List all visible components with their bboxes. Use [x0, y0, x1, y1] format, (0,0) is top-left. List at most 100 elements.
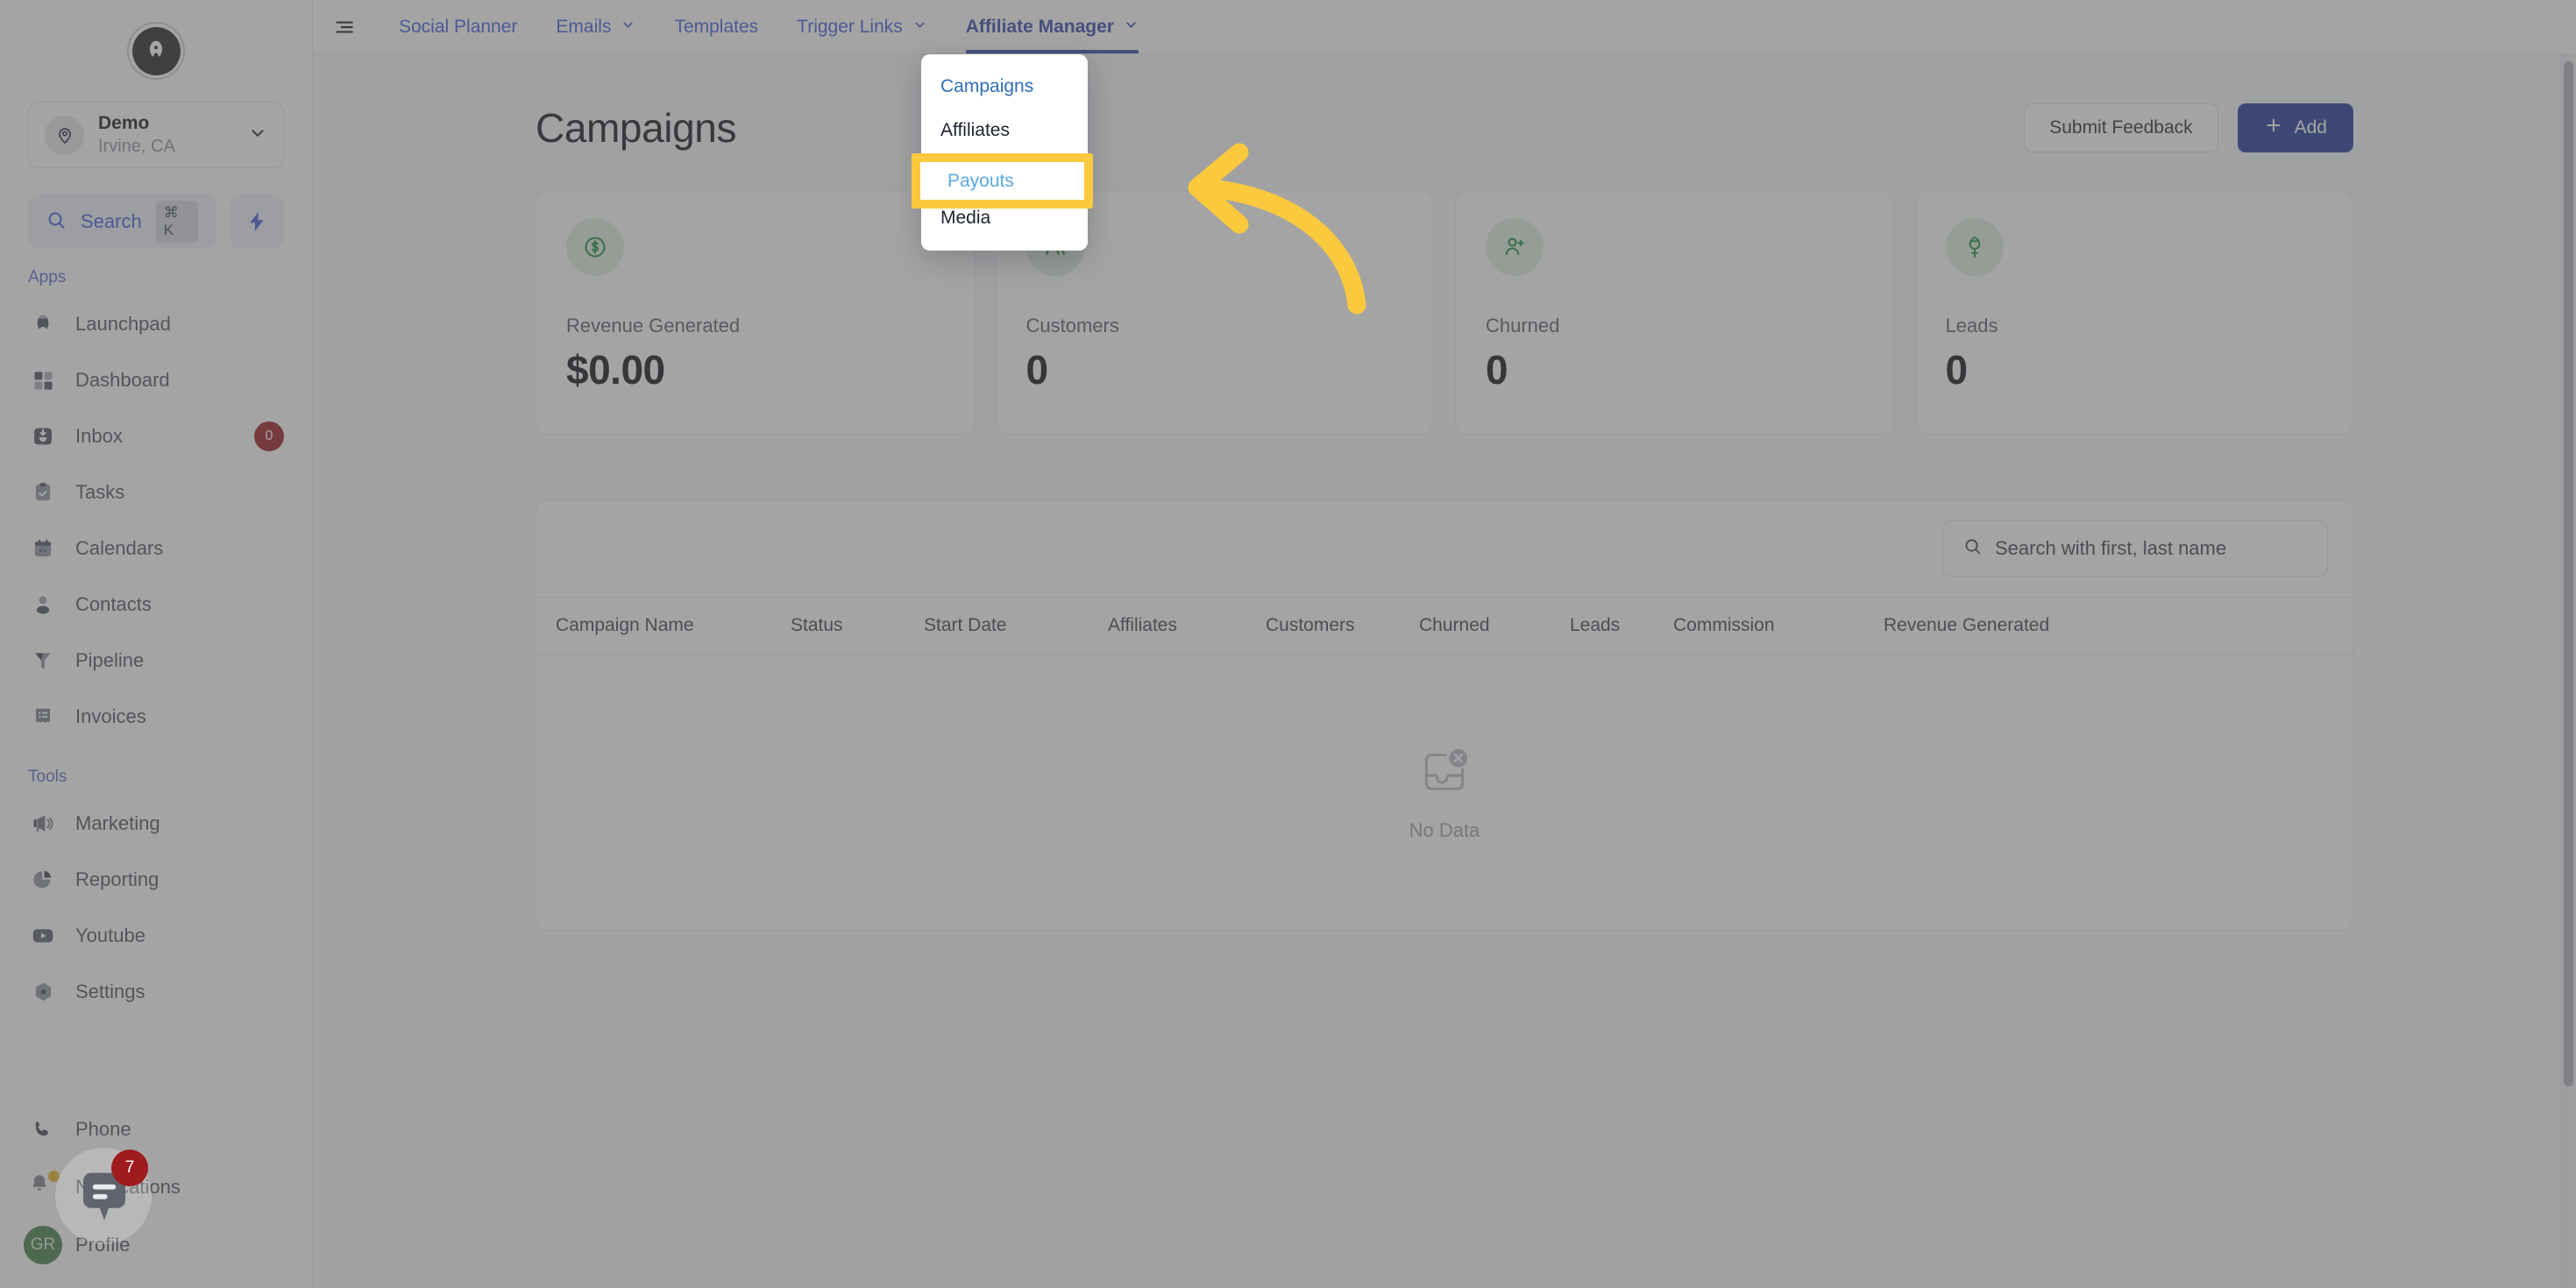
- chat-widget-button[interactable]: 7: [55, 1148, 152, 1244]
- table-header-row: Campaign Name Status Start Date Affiliat…: [536, 597, 2352, 655]
- tab-label: Templates: [674, 16, 759, 37]
- sidebar-item-label: Calendars: [75, 537, 164, 559]
- sidebar-item-launchpad[interactable]: Launchpad: [0, 296, 312, 352]
- tab-emails[interactable]: Emails: [536, 0, 655, 53]
- tab-affiliate-manager[interactable]: Affiliate Manager: [947, 0, 1158, 53]
- sidebar-item-pipeline[interactable]: Pipeline: [0, 633, 312, 689]
- hamburger-icon[interactable]: [332, 0, 380, 53]
- sidebar-item-label: Marketing: [75, 812, 160, 834]
- sidebar-item-settings[interactable]: Settings: [0, 964, 312, 1020]
- sidebar-item-label: Settings: [75, 980, 145, 1002]
- add-button[interactable]: Add: [2237, 103, 2353, 152]
- invoice-icon: [28, 705, 58, 728]
- rocket-icon: [28, 312, 58, 336]
- inbox-unread-badge: 0: [254, 421, 284, 451]
- gear-icon: [28, 980, 58, 1004]
- vertical-scrollbar[interactable]: [2560, 54, 2576, 1288]
- scrollbar-thumb[interactable]: [2564, 61, 2573, 1086]
- col-commission: Commission: [1673, 615, 1775, 635]
- campaigns-table-panel: Search with first, last name Campaign Na…: [536, 499, 2353, 931]
- main-area: Social Planner Emails Templates Trigger …: [313, 0, 2576, 1288]
- stat-card-churned: Churned 0: [1455, 191, 1894, 435]
- sidebar-item-label: Phone: [75, 1118, 131, 1140]
- user-icon: [28, 593, 58, 616]
- col-leads: Leads: [1570, 615, 1621, 635]
- sidebar-item-label: Reporting: [75, 868, 160, 890]
- sidebar-item-reporting[interactable]: Reporting: [0, 852, 312, 908]
- sidebar: Demo Irvine, CA Search ⌘ K Apps Launchpa…: [0, 0, 313, 1288]
- page-header: Campaigns Submit Feedback Add: [536, 54, 2353, 152]
- submit-feedback-button[interactable]: Submit Feedback: [2024, 103, 2218, 152]
- sidebar-item-dashboard[interactable]: Dashboard: [0, 352, 312, 408]
- tab-label: Affiliate Manager: [965, 16, 1114, 37]
- stat-label: Churned: [1486, 315, 1560, 336]
- sidebar-footer: Phone Notifications GR Profile: [0, 1100, 312, 1288]
- top-navigation: Social Planner Emails Templates Trigger …: [313, 0, 2576, 54]
- stat-card-leads: Leads 0: [1914, 191, 2353, 435]
- no-data-inbox-icon: [1416, 743, 1473, 805]
- sidebar-item-label: Youtube: [75, 924, 145, 946]
- phone-icon: [28, 1118, 58, 1141]
- dropdown-item-media[interactable]: Media: [921, 196, 1088, 240]
- chevron-down-icon: [248, 124, 267, 147]
- youtube-icon: [28, 924, 58, 948]
- col-status: Status: [791, 615, 843, 635]
- leads-icon: [1945, 218, 2004, 276]
- sidebar-item-label: Launchpad: [75, 313, 171, 335]
- tab-label: Social Planner: [399, 16, 518, 37]
- inbox-icon: [28, 424, 58, 449]
- plus-icon: [2264, 116, 2283, 140]
- stat-label: Leads: [1945, 315, 1998, 336]
- sidebar-item-label: Dashboard: [75, 369, 170, 391]
- search-icon: [46, 209, 67, 235]
- tab-trigger-links[interactable]: Trigger Links: [777, 0, 947, 53]
- sidebar-item-youtube[interactable]: Youtube: [0, 908, 312, 964]
- sidebar-item-phone[interactable]: Phone: [0, 1100, 312, 1158]
- sidebar-item-label: Pipeline: [75, 649, 145, 671]
- stat-value: 0: [1486, 347, 1508, 393]
- location-switcher[interactable]: Demo Irvine, CA: [28, 102, 284, 168]
- pie-chart-icon: [28, 868, 58, 891]
- sidebar-item-profile[interactable]: GR Profile: [0, 1216, 312, 1274]
- tab-label: Trigger Links: [797, 16, 903, 37]
- sidebar-item-invoices[interactable]: Invoices: [0, 689, 312, 745]
- chevron-down-icon: [1124, 17, 1139, 38]
- bell-icon: [28, 1171, 60, 1202]
- dropdown-item-payouts[interactable]: Payouts: [921, 152, 1088, 196]
- dropdown-item-campaigns[interactable]: Campaigns: [921, 65, 1088, 109]
- page-content: Campaigns Submit Feedback Add Revenue Ge…: [313, 54, 2576, 1288]
- sidebar-item-contacts[interactable]: Contacts: [0, 577, 312, 633]
- stat-card-revenue-generated: Revenue Generated $0.00: [536, 191, 975, 435]
- sidebar-item-tasks[interactable]: Tasks: [0, 464, 312, 520]
- sidebar-nav: Apps Launchpad Dashboard Inbox 0 Tasks C…: [0, 249, 312, 1100]
- sidebar-item-label: Invoices: [75, 705, 146, 727]
- tab-social-planner[interactable]: Social Planner: [380, 0, 536, 53]
- table-search-input[interactable]: Search with first, last name: [1942, 520, 2328, 577]
- col-revenue-generated: Revenue Generated: [1884, 615, 2050, 635]
- col-affiliates: Affiliates: [1108, 615, 1177, 635]
- chat-unread-badge: 7: [111, 1150, 148, 1186]
- sidebar-item-label: Tasks: [75, 481, 125, 503]
- lightning-bolt-icon[interactable]: [230, 195, 284, 249]
- funnel-icon: [28, 649, 58, 672]
- app-logo[interactable]: [0, 0, 312, 102]
- table-empty-state: No Data: [536, 655, 2352, 930]
- clipboard-check-icon: [28, 481, 58, 504]
- sidebar-section-apps-label: Apps: [28, 268, 67, 287]
- stat-value: $0.00: [566, 347, 665, 393]
- dollar-circle-icon: [566, 218, 624, 276]
- stat-cards: Revenue Generated $0.00 Customers 0 Chur…: [536, 191, 2353, 435]
- sidebar-item-calendars[interactable]: Calendars: [0, 520, 312, 577]
- stat-value: 0: [1025, 347, 1049, 393]
- search-input[interactable]: Search ⌘ K: [28, 195, 216, 249]
- sidebar-item-notifications[interactable]: Notifications: [0, 1158, 312, 1216]
- logo-ring: [127, 22, 185, 80]
- sidebar-item-label: Inbox: [75, 425, 123, 447]
- sidebar-item-marketing[interactable]: Marketing: [0, 796, 312, 852]
- user-plus-icon: [1486, 218, 1543, 276]
- tab-label: Emails: [556, 16, 612, 37]
- dropdown-item-affiliates[interactable]: Affiliates: [921, 109, 1088, 152]
- tab-templates[interactable]: Templates: [655, 0, 777, 53]
- sidebar-item-inbox[interactable]: Inbox 0: [0, 408, 312, 464]
- grid-icon: [28, 369, 58, 393]
